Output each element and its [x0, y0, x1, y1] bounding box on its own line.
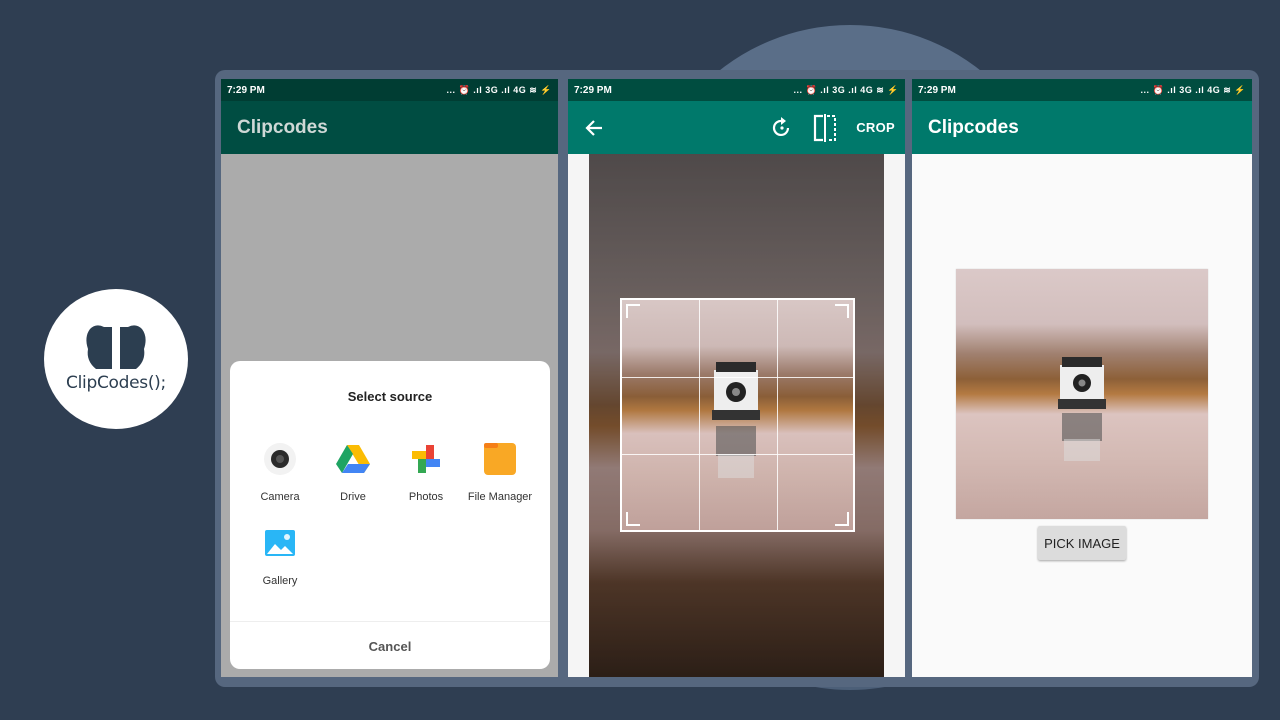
- status-icons: ... ⏰ .ıl 3G .ıl 4G ≋ ⚡: [446, 84, 552, 95]
- app-title: Clipcodes: [237, 116, 328, 138]
- photos-icon: [406, 439, 446, 479]
- source-camera[interactable]: Camera: [243, 439, 317, 503]
- crop-handle[interactable]: [835, 304, 849, 318]
- camera-icon: [260, 439, 300, 479]
- logo-text: ClipCodes();: [66, 373, 166, 393]
- jeep-image: [1058, 357, 1106, 461]
- jeep-image: [712, 362, 760, 478]
- pick-image-button[interactable]: PICK IMAGE: [1038, 526, 1126, 560]
- crop-handle[interactable]: [835, 512, 849, 526]
- status-time: 7:29 PM: [574, 84, 612, 96]
- status-bar: 7:29 PM ... ⏰ .ıl 3G .ıl 4G ≋ ⚡: [912, 79, 1252, 101]
- grid-line: [622, 454, 853, 455]
- crop-area: [568, 154, 905, 677]
- crop-selection[interactable]: [620, 298, 855, 532]
- crop-toolbar: CROP: [568, 101, 905, 154]
- dialog-title: Select source: [347, 389, 433, 404]
- status-icons: ... ⏰ .ıl 3G .ıl 4G ≋ ⚡: [1140, 84, 1246, 95]
- cropped-image-preview: [956, 269, 1208, 519]
- rotate-icon[interactable]: [770, 116, 794, 140]
- dialog-divider: [230, 621, 550, 622]
- app-title: Clipcodes: [928, 116, 1019, 138]
- source-file-manager[interactable]: File Manager: [463, 439, 537, 503]
- status-bar: 7:29 PM ... ⏰ .ıl 3G .ıl 4G ≋ ⚡: [221, 79, 558, 101]
- folder-icon: [480, 439, 520, 479]
- phone-screen-crop: 7:29 PM ... ⏰ .ıl 3G .ıl 4G ≋ ⚡ CROP: [568, 79, 905, 677]
- clipcodes-logo: ClipCodes();: [44, 289, 188, 429]
- cancel-button[interactable]: Cancel: [230, 639, 550, 654]
- drive-icon: [333, 439, 373, 479]
- crop-handle[interactable]: [626, 512, 640, 526]
- source-drive[interactable]: Drive: [316, 439, 390, 503]
- status-time: 7:29 PM: [227, 84, 265, 96]
- logo-mark-icon: [86, 325, 146, 369]
- crop-button[interactable]: CROP: [856, 120, 895, 135]
- crop-tools: CROP: [770, 113, 895, 142]
- crop-handle[interactable]: [626, 304, 640, 318]
- status-time: 7:29 PM: [918, 84, 956, 96]
- status-icons: ... ⏰ .ıl 3G .ıl 4G ≋ ⚡: [793, 84, 899, 95]
- source-label: Camera: [260, 491, 300, 503]
- back-arrow-icon[interactable]: [584, 118, 604, 138]
- grid-line: [699, 300, 700, 530]
- gallery-icon: [260, 523, 300, 563]
- source-label: File Manager: [467, 491, 533, 503]
- flip-icon[interactable]: [812, 113, 838, 142]
- select-source-dialog: Select source Camera Drive Photos File M…: [230, 361, 550, 669]
- phone-screen-result: 7:29 PM ... ⏰ .ıl 3G .ıl 4G ≋ ⚡ Clipcode…: [912, 79, 1252, 677]
- app-bar: Clipcodes: [912, 101, 1252, 154]
- source-label: Photos: [408, 491, 444, 503]
- source-gallery[interactable]: Gallery: [243, 523, 317, 587]
- grid-line: [622, 377, 853, 378]
- status-bar: 7:29 PM ... ⏰ .ıl 3G .ıl 4G ≋ ⚡: [568, 79, 905, 101]
- phone-screen-source-picker: 7:29 PM ... ⏰ .ıl 3G .ıl 4G ≋ ⚡ Clipcode…: [221, 79, 558, 677]
- source-label: Gallery: [262, 575, 298, 587]
- source-photos[interactable]: Photos: [389, 439, 463, 503]
- grid-line: [777, 300, 778, 530]
- source-label: Drive: [340, 491, 366, 503]
- app-bar: Clipcodes: [221, 101, 558, 154]
